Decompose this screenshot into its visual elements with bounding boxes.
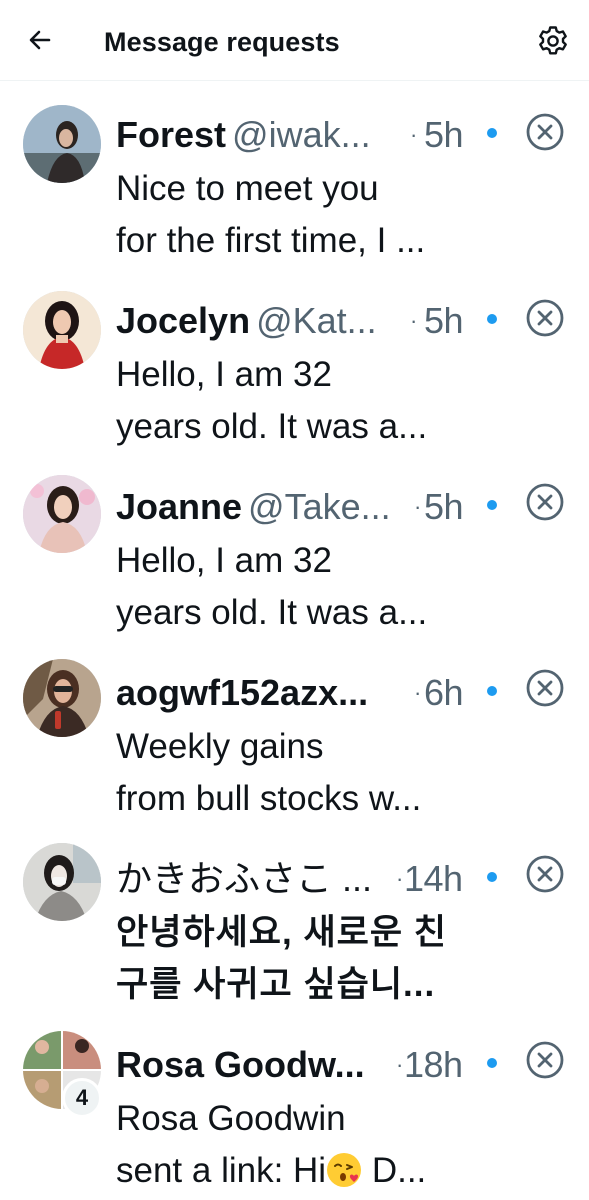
profile-photo [23,475,101,553]
unread-dot [487,500,497,510]
message-preview-line: years old. It was a... [116,593,428,632]
message-preview-line: 구를 사귀고 싶습니... [116,965,436,1004]
back-button[interactable] [22,22,58,58]
timestamp: 5h [424,114,464,155]
close-circle-icon [526,669,564,707]
sender-handle: @Take... [248,486,391,527]
message-request-row[interactable]: aogwf152azx... · 6h Weekly gains from bu… [0,639,589,825]
message-preview-line: Hello, I am 32 [116,541,332,580]
message-preview-line: Hello, I am 32 [116,355,332,394]
avatar[interactable] [23,659,101,737]
separator: · [396,866,404,891]
arrow-left-icon [29,30,51,50]
message-preview-line: from bull stocks w... [116,779,422,818]
sender-handle: @Kat... [256,300,377,341]
message-preview-line: sent a link: Hi D... [116,1145,476,1197]
profile-photo [23,659,101,737]
message-preview-line: for the first time, I ... [116,221,426,260]
separator: · [410,122,418,147]
sender-name: aogwf152azx... [116,672,369,713]
timestamp: 5h [424,300,464,341]
unread-dot [487,128,497,138]
gear-icon [539,26,567,55]
timestamp: 18h [404,1044,463,1085]
preview-text: D... [362,1151,427,1190]
close-circle-icon [526,855,564,893]
profile-photo [23,291,101,369]
unread-dot [487,1058,497,1068]
avatar[interactable] [23,843,101,921]
dismiss-button[interactable] [524,111,566,153]
message-preview-line: Rosa Goodwin [116,1099,346,1138]
profile-photo [23,105,101,183]
group-count-badge: 4 [62,1078,102,1118]
sender-name: Rosa Goodw... [116,1044,365,1085]
close-circle-icon [526,1041,564,1079]
page-title: Message requests [104,27,340,57]
avatar[interactable] [23,105,101,183]
avatar[interactable] [23,291,101,369]
dismiss-button[interactable] [524,667,566,709]
separator: · [410,308,418,333]
close-circle-icon [526,113,564,151]
separator: · [414,680,422,705]
message-preview-line: Weekly gains [116,727,324,766]
sender-name: Jocelyn [116,300,251,341]
message-request-row[interactable]: 4 Rosa Goodw... · 18h Rosa Goodwin sent … [0,1011,589,1197]
sender-name: かきおふさこ ... [116,858,373,899]
message-request-row[interactable]: Forest @iwak... · 5h Nice to meet you for… [0,81,589,267]
message-request-row[interactable]: かきおふさこ ... · 14h 안녕하세요, 새로운 친 구를 사귀고 싶습니… [0,825,589,1011]
separator: · [396,1052,404,1077]
message-request-row[interactable]: Joanne @Take... · 5h Hello, I am 32 years… [0,453,589,639]
message-preview-line: 안녕하세요, 새로운 친 [116,913,447,952]
close-circle-icon [526,299,564,337]
top-bar: Message requests [0,0,589,81]
dismiss-button[interactable] [524,297,566,339]
dismiss-button[interactable] [524,481,566,523]
close-circle-icon [526,483,564,521]
sender-name: Forest [116,114,227,155]
dismiss-button[interactable] [524,1039,566,1081]
separator: · [414,494,422,519]
kissing-face-emoji-icon [327,1153,362,1187]
message-preview-line: Nice to meet you [116,169,379,208]
message-preview-line: years old. It was a... [116,407,428,446]
timestamp: 14h [404,858,463,899]
avatar[interactable] [23,475,101,553]
settings-button[interactable] [535,23,571,59]
timestamp: 5h [424,486,464,527]
message-request-row[interactable]: Jocelyn @Kat... · 5h Hello, I am 32 years… [0,267,589,453]
unread-dot [487,314,497,324]
unread-dot [487,872,497,882]
sender-name: Joanne [116,486,243,527]
sender-handle: @iwak... [232,114,371,155]
preview-text: sent a link: Hi [116,1151,327,1190]
unread-dot [487,686,497,696]
profile-photo [23,843,101,921]
dismiss-button[interactable] [524,853,566,895]
timestamp: 6h [424,672,464,713]
